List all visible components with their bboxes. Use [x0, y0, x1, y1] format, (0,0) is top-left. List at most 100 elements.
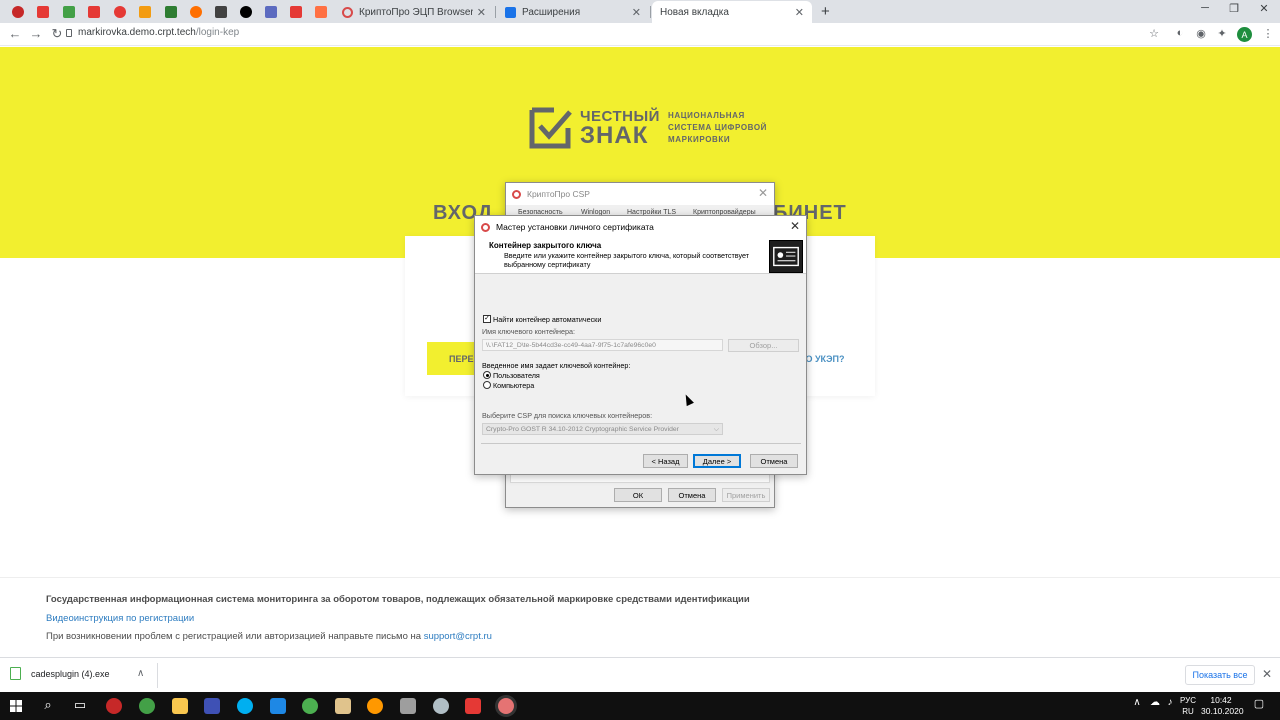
profile-avatar[interactable]: A [1237, 27, 1252, 42]
logo-line2: ЗНАК [580, 121, 649, 149]
tray-chevron-icon[interactable]: ∧ [1128, 697, 1146, 708]
close-tab-icon[interactable]: ✕ [477, 6, 486, 19]
cryptopro-icon [481, 222, 490, 232]
pinned-tab-12[interactable] [287, 3, 305, 21]
pinned-tab-8[interactable] [187, 3, 205, 21]
wizard-header-desc: Введите или укажите контейнер закрытого … [504, 251, 750, 269]
footer-contact: При возникновении проблем с регистрацией… [46, 631, 492, 642]
extension-1-icon[interactable]: ◐ [1173, 27, 1187, 39]
tab-title: Новая вкладка [660, 6, 729, 18]
app-10-icon[interactable] [400, 698, 416, 714]
auto-find-label: Найти контейнер автоматически [493, 315, 602, 324]
back-icon[interactable]: ← [7, 26, 23, 41]
restore-icon[interactable]: ❐ [1224, 2, 1244, 15]
puzzle-icon [505, 6, 516, 18]
computer-radio[interactable] [483, 381, 491, 389]
windows-start-icon[interactable] [10, 700, 22, 712]
forward-icon[interactable]: → [28, 26, 44, 41]
auto-find-checkbox[interactable]: ✓ [483, 315, 491, 323]
pinned-tab-3[interactable] [60, 3, 78, 21]
download-item[interactable]: cadesplugin (4).exe [10, 667, 110, 680]
close-tab-icon[interactable]: ✕ [632, 6, 641, 19]
app-11-icon[interactable] [433, 698, 449, 714]
chrome-icon[interactable] [302, 698, 318, 714]
extensions-puzzle-icon[interactable]: ✦ [1215, 27, 1229, 40]
search-icon[interactable]: ⌕ [39, 697, 57, 713]
close-icon[interactable]: ✕ [790, 219, 800, 233]
app-9-icon[interactable] [367, 698, 383, 714]
star-icon[interactable]: ☆ [1147, 27, 1161, 40]
logo-sub3: МАРКИРОВКИ [667, 135, 731, 144]
app-1-icon[interactable] [106, 698, 122, 714]
file-explorer-icon[interactable] [172, 698, 188, 714]
clock[interactable]: 10:42 30.10.2020 [1201, 695, 1244, 717]
language-indicator[interactable]: РУС RU [1178, 695, 1198, 717]
minimize-icon[interactable]: ─ [1195, 2, 1215, 14]
pinned-tab-5[interactable] [111, 3, 129, 21]
new-tab-button[interactable]: + [821, 3, 830, 20]
lock-icon [66, 29, 72, 37]
logo-sub1: НАЦИОНАЛЬНАЯ [667, 111, 745, 120]
skype-icon[interactable] [237, 698, 253, 714]
apply-button[interactable]: Применить [722, 488, 770, 502]
footer-contact-text: При возникновении проблем с регистрацией… [46, 631, 422, 642]
close-icon[interactable]: ✕ [758, 186, 768, 200]
cancel-button[interactable]: Отмена [750, 454, 798, 468]
volume-icon[interactable]: ♪ [1161, 697, 1179, 708]
browse-button[interactable]: Обзор... [728, 339, 799, 352]
close-tab-icon[interactable]: ✕ [795, 6, 804, 19]
pinned-tab-1[interactable] [9, 3, 27, 21]
app-8-icon[interactable] [335, 698, 351, 714]
support-email-link[interactable]: support@crpt.ru [424, 631, 492, 642]
windows-taskbar: ⌕ ▭ ∧ ☁ ♪ РУС RU 10:42 30.10.2020 ▢ [0, 692, 1280, 720]
address-bar[interactable]: markirovka.demo.crpt.tech/login-kep [78, 27, 239, 38]
csp-select-value: Crypto-Pro GOST R 34.10-2012 Cryptograph… [486, 425, 679, 433]
pinned-tab-11[interactable] [262, 3, 280, 21]
csp-select-label: Выберите CSP для поиска ключевых контейн… [482, 411, 653, 420]
cert-install-wizard: Мастер установки личного сертификата ✕ К… [474, 215, 807, 475]
app-2-icon[interactable] [139, 698, 155, 714]
app-4-icon[interactable] [204, 698, 220, 714]
name-defines-label: Введенное имя задает ключевой контейнер: [482, 361, 631, 370]
pinned-tab-6[interactable] [136, 3, 154, 21]
container-name-field[interactable]: \\.\FAT12_D\te-5b44cd3e-cc49-4aa7-9f75-1… [482, 339, 723, 351]
pinned-tab-10[interactable] [237, 3, 255, 21]
lang-line2: RU [1182, 707, 1194, 716]
cryptopro-taskbar-icon[interactable] [498, 698, 514, 714]
csp-select[interactable]: Crypto-Pro GOST R 34.10-2012 Cryptograph… [482, 423, 723, 435]
pinned-tab-2[interactable] [34, 3, 52, 21]
url-host: markirovka.demo.crpt.tech [78, 27, 196, 38]
pinned-tab-4[interactable] [85, 3, 103, 21]
pinned-tab-9[interactable] [212, 3, 230, 21]
tab-new-tab[interactable]: Новая вкладка ✕ [652, 1, 812, 23]
next-button[interactable]: Далее > [693, 454, 741, 468]
close-window-icon[interactable]: ✕ [1254, 2, 1274, 15]
task-view-icon[interactable]: ▭ [71, 697, 89, 713]
clock-time: 10:42 [1210, 695, 1232, 705]
certificate-icon [769, 240, 803, 273]
app-6-icon[interactable] [270, 698, 286, 714]
show-all-button[interactable]: Показать все [1185, 665, 1255, 685]
tab-cryptopro-plugin[interactable]: КриптоПро ЭЦП Browser plug-in ✕ [334, 1, 494, 23]
user-radio[interactable] [483, 371, 491, 379]
pinned-tab-7[interactable] [162, 3, 180, 21]
wizard-divider [481, 443, 801, 444]
browser-tab-bar: КриптоПро ЭЦП Browser plug-in ✕ Расширен… [0, 0, 1280, 23]
chevron-up-icon[interactable]: ∧ [137, 668, 144, 679]
computer-radio-label: Компьютера [493, 381, 535, 390]
ok-button[interactable]: ОК [614, 488, 662, 502]
video-instruction-link[interactable]: Видеоинструкция по регистрации [46, 613, 194, 624]
close-icon[interactable]: ✕ [1262, 667, 1272, 681]
extension-2-icon[interactable]: ◉ [1194, 27, 1208, 40]
cancel-button[interactable]: Отмена [668, 488, 716, 502]
reload-icon[interactable]: ↻ [49, 26, 65, 42]
back-button[interactable]: < Назад [643, 454, 688, 468]
app-12-icon[interactable] [465, 698, 481, 714]
pinned-tab-13[interactable] [312, 3, 330, 21]
tab-extensions[interactable]: Расширения ✕ [497, 1, 649, 23]
download-bar: cadesplugin (4).exe ∧ Показать все ✕ [0, 657, 1280, 692]
menu-kebab-icon[interactable]: ⋮ [1261, 27, 1275, 40]
wizard-title: Мастер установки личного сертификата [496, 222, 654, 232]
chestny-znak-logo: ЧЕСТНЫЙ ЗНАК НАЦИОНАЛЬНАЯ СИСТЕМА ЦИФРОВ… [528, 105, 767, 151]
notifications-icon[interactable]: ▢ [1250, 697, 1268, 710]
